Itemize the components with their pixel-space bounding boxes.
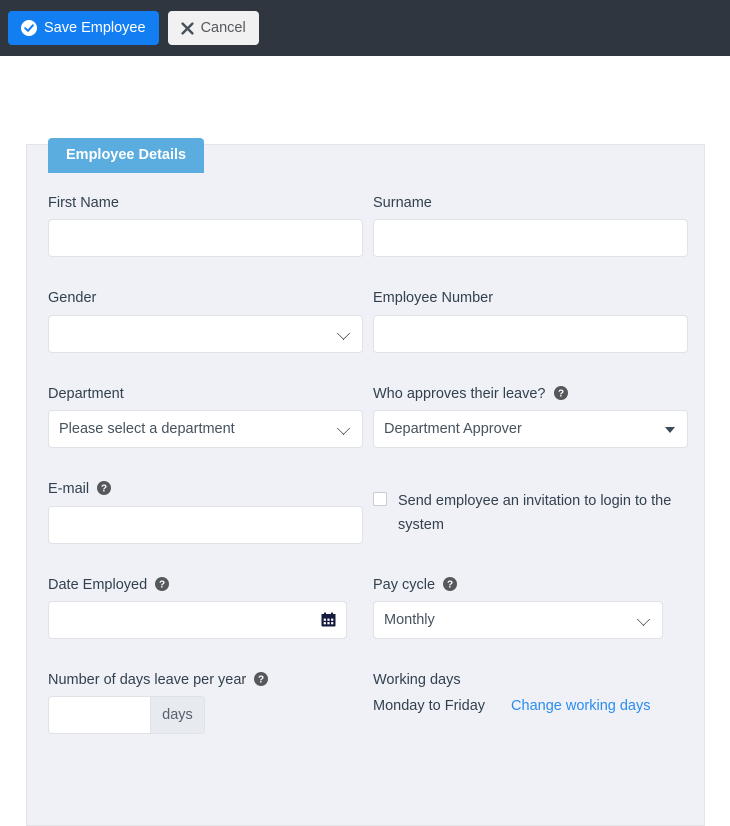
form-row-name: First Name Surname: [48, 195, 689, 258]
working-days-row: Monday to Friday Change working days: [373, 698, 688, 714]
field-approver: Who approves their leave? ? Department A…: [373, 385, 688, 449]
field-department: Department Please select a department: [48, 385, 363, 449]
approver-select[interactable]: Department Approver: [373, 410, 688, 449]
gender-label: Gender: [48, 290, 97, 307]
form-row-department: Department Please select a department Wh…: [48, 385, 689, 449]
working-days-value: Monday to Friday: [373, 697, 486, 714]
field-working-days: Working days Monday to Friday Change wor…: [373, 672, 688, 734]
help-circle-icon[interactable]: ?: [155, 576, 170, 591]
email-label: E-mail ?: [48, 481, 363, 498]
surname-label: Surname: [373, 195, 432, 211]
save-employee-button[interactable]: Save Employee: [8, 11, 159, 45]
help-circle-icon[interactable]: ?: [443, 576, 458, 591]
form-row-gender: Gender Employee Number: [48, 290, 689, 353]
help-circle-icon[interactable]: ?: [254, 671, 269, 686]
date-employed-input[interactable]: [48, 600, 347, 639]
invite-checkbox-label: Send employee an invitation to login to …: [398, 493, 672, 533]
leave-days-input[interactable]: [48, 696, 150, 735]
svg-text:?: ?: [557, 388, 563, 399]
svg-text:?: ?: [101, 484, 107, 495]
employee-number-label: Employee Number: [373, 290, 494, 307]
svg-text:?: ?: [258, 675, 264, 686]
cancel-label: Cancel: [200, 20, 246, 36]
field-invite: Send employee an invitation to login to …: [373, 481, 688, 543]
top-toolbar: Save Employee Cancel: [0, 0, 730, 56]
pay-cycle-select[interactable]: Monthly: [373, 600, 663, 639]
email-input[interactable]: [48, 505, 363, 544]
tab-employee-details[interactable]: Employee Details: [48, 138, 205, 173]
surname-input[interactable]: [373, 219, 688, 258]
approver-label: Who approves their leave? ?: [373, 385, 688, 403]
help-circle-icon[interactable]: ?: [97, 481, 112, 496]
x-icon: [180, 21, 194, 35]
svg-text:?: ?: [447, 579, 453, 590]
field-gender: Gender: [48, 290, 363, 353]
field-first-name: First Name: [48, 195, 363, 258]
employee-number-input[interactable]: [373, 314, 688, 353]
tab-employee-details-label: Employee Details: [66, 147, 187, 163]
cancel-button[interactable]: Cancel: [167, 11, 259, 45]
date-employed-label-text: Date Employed: [48, 576, 148, 593]
email-label-text: E-mail: [48, 481, 90, 498]
first-name-input[interactable]: [48, 219, 363, 258]
svg-text:?: ?: [159, 579, 165, 590]
field-pay-cycle: Pay cycle ? Monthly: [373, 576, 688, 639]
first-name-label: First Name: [48, 195, 119, 211]
help-circle-icon[interactable]: ?: [553, 385, 568, 400]
leave-days-unit-addon: days: [150, 696, 205, 735]
form-row-leave: Number of days leave per year ? days Wor…: [48, 671, 689, 735]
employee-details-form: First Name Surname Gender Employee Numbe…: [48, 195, 689, 735]
pay-cycle-label-text: Pay cycle: [373, 576, 436, 593]
field-email: E-mail ?: [48, 481, 363, 544]
form-row-email: E-mail ? Send employee an invitation to …: [48, 481, 689, 544]
check-circle-icon: [21, 20, 37, 36]
pay-cycle-label: Pay cycle ?: [373, 576, 688, 594]
field-leave-days: Number of days leave per year ? days: [48, 671, 363, 735]
leave-days-input-group: days: [48, 696, 205, 735]
approver-label-text: Who approves their leave?: [373, 385, 546, 402]
department-label: Department: [48, 385, 124, 402]
field-date-employed: Date Employed ?: [48, 576, 363, 639]
form-row-date: Date Employed ? Pay cycle ? Monthly: [48, 576, 689, 639]
date-employed-label: Date Employed ?: [48, 576, 363, 594]
invite-checkbox[interactable]: [373, 492, 387, 507]
gender-select[interactable]: [48, 314, 363, 353]
approver-selected-value: Department Approver: [384, 421, 522, 438]
field-employee-number: Employee Number: [373, 290, 688, 353]
leave-days-label-text: Number of days leave per year: [48, 671, 247, 688]
caret-down-icon: [665, 427, 675, 434]
save-employee-label: Save Employee: [44, 20, 146, 36]
leave-days-label: Number of days leave per year ?: [48, 671, 363, 689]
field-surname: Surname: [373, 195, 688, 258]
department-select[interactable]: Please select a department: [48, 410, 363, 449]
change-working-days-link[interactable]: Change working days: [511, 698, 650, 714]
working-days-label: Working days: [373, 671, 461, 688]
invite-checkbox-row: Send employee an invitation to login to …: [373, 481, 688, 537]
date-employed-wrapper: [48, 600, 347, 639]
